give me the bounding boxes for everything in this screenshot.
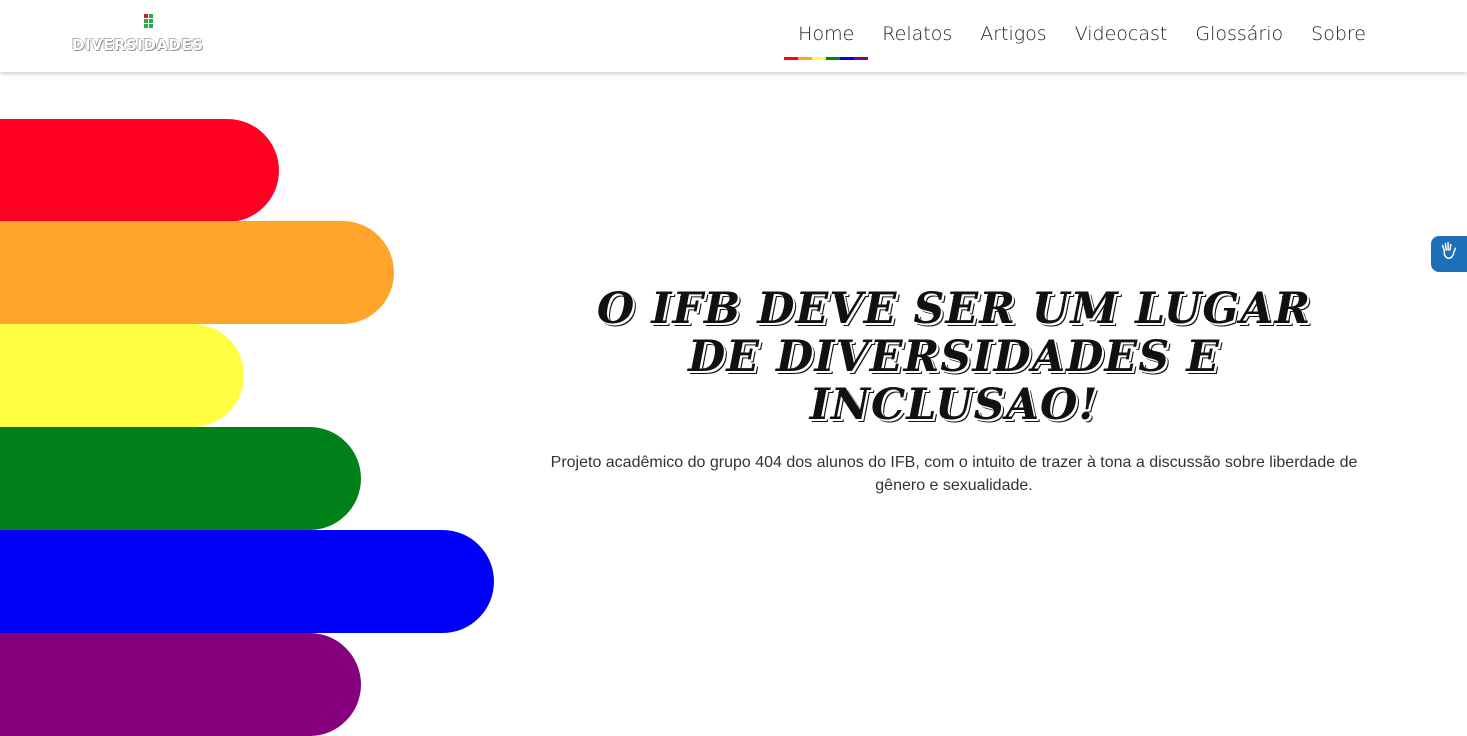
nav-item-relatos[interactable]: Relatos [868, 20, 966, 60]
nav-item-label: Home [798, 23, 855, 45]
hero-title: O IFB DEVE SER UM LUGAR DE DIVERSIDADES … [596, 284, 1312, 430]
site-logo[interactable]: DIVERSIDADES [72, 14, 232, 58]
rainbow-stripe-purple [0, 633, 361, 736]
nav-item-label: Glossário [1195, 23, 1284, 45]
nav-item-artigos[interactable]: Artigos [966, 20, 1060, 60]
rainbow-stripe-blue [0, 530, 494, 633]
ifb-logo-icon [144, 14, 158, 32]
nav-item-label: Sobre [1311, 23, 1366, 45]
nav-item-home[interactable]: Home [784, 20, 869, 60]
rainbow-underline [784, 57, 869, 60]
nav-item-label: Relatos [882, 23, 953, 45]
nav-item-videocast[interactable]: Videocast [1061, 20, 1182, 60]
nav-item-sobre[interactable]: Sobre [1297, 20, 1380, 60]
rainbow-stripe-orange [0, 221, 394, 324]
hero-section: O IFB DEVE SER UM LUGAR DE DIVERSIDADES … [530, 285, 1378, 513]
nav-item-label: Artigos [980, 23, 1047, 45]
main-nav: Home Relatos Artigos Videocast Glossário… [784, 20, 1380, 60]
site-header: DIVERSIDADES Home Relatos Artigos Videoc… [0, 0, 1467, 72]
sign-language-hands-icon [1438, 240, 1460, 268]
nav-item-glossario[interactable]: Glossário [1181, 20, 1297, 60]
nav-item-label: Videocast [1074, 23, 1168, 45]
rainbow-stripe-yellow [0, 324, 244, 427]
logo-text: DIVERSIDADES [72, 36, 204, 54]
accessibility-button[interactable] [1431, 236, 1467, 272]
hero-subtitle: Projeto acadêmico do grupo 404 dos aluno… [550, 454, 1358, 494]
rainbow-stripe-green [0, 427, 361, 530]
rainbow-stripe-red [0, 119, 279, 222]
